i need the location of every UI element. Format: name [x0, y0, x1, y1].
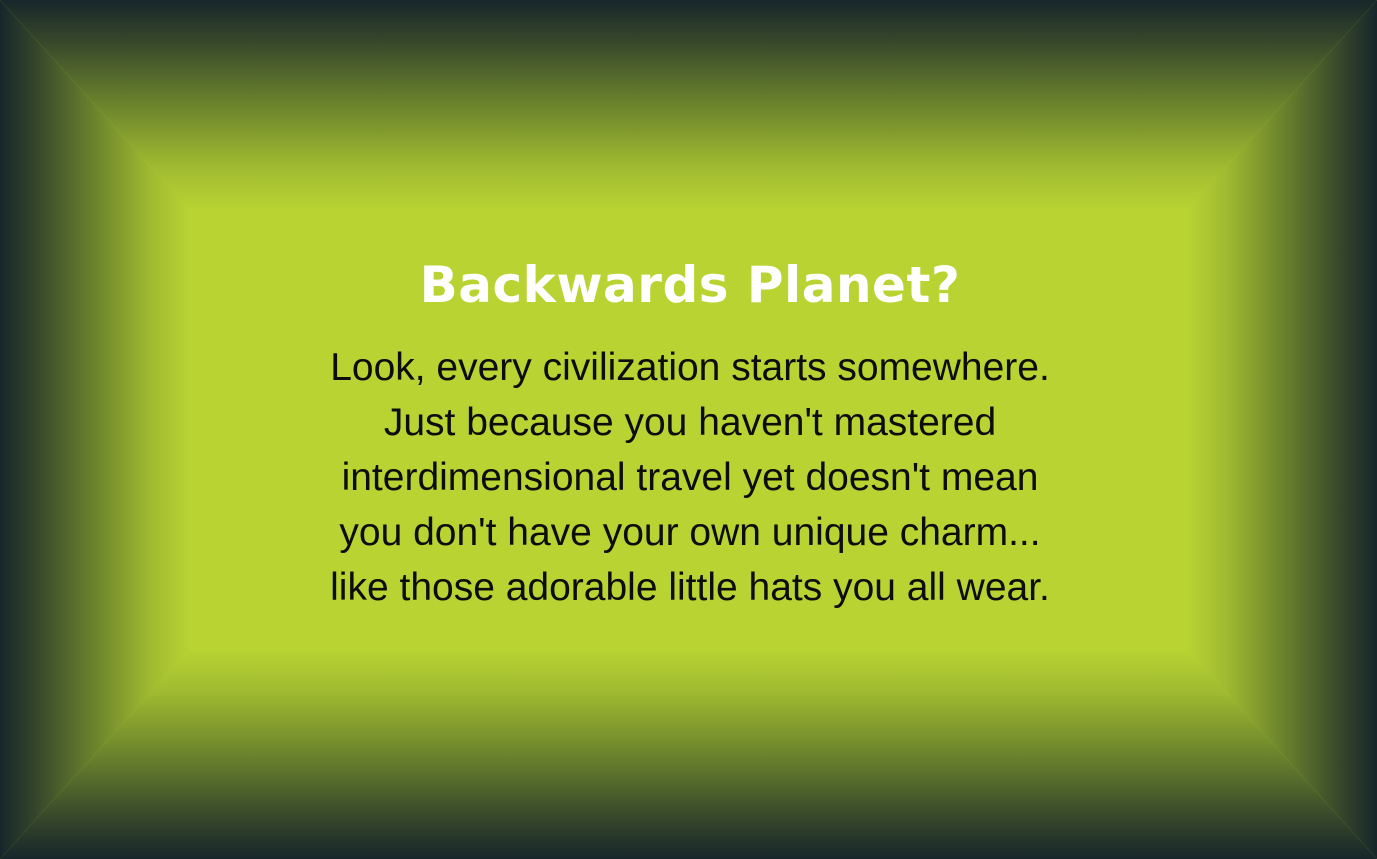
body-line: Just because you haven't mastered	[383, 401, 997, 444]
body-line: interdimensional travel yet doesn't mean	[341, 456, 1039, 499]
bevel-top	[0, 0, 1377, 210]
card-title: Backwards Planet?	[419, 256, 961, 314]
card-content: Backwards Planet? Look, every civilizati…	[190, 250, 1190, 615]
bevel-left	[0, 0, 190, 859]
bevel-bottom	[0, 649, 1377, 859]
body-line: like those adorable little hats you all …	[330, 566, 1050, 609]
bevel-right	[1187, 0, 1377, 859]
body-line: you don't have your own unique charm...	[339, 511, 1041, 554]
body-line: Look, every civilization starts somewher…	[330, 346, 1050, 389]
card-panel: Backwards Planet? Look, every civilizati…	[0, 0, 1377, 859]
card-body: Look, every civilization starts somewher…	[190, 340, 1190, 615]
